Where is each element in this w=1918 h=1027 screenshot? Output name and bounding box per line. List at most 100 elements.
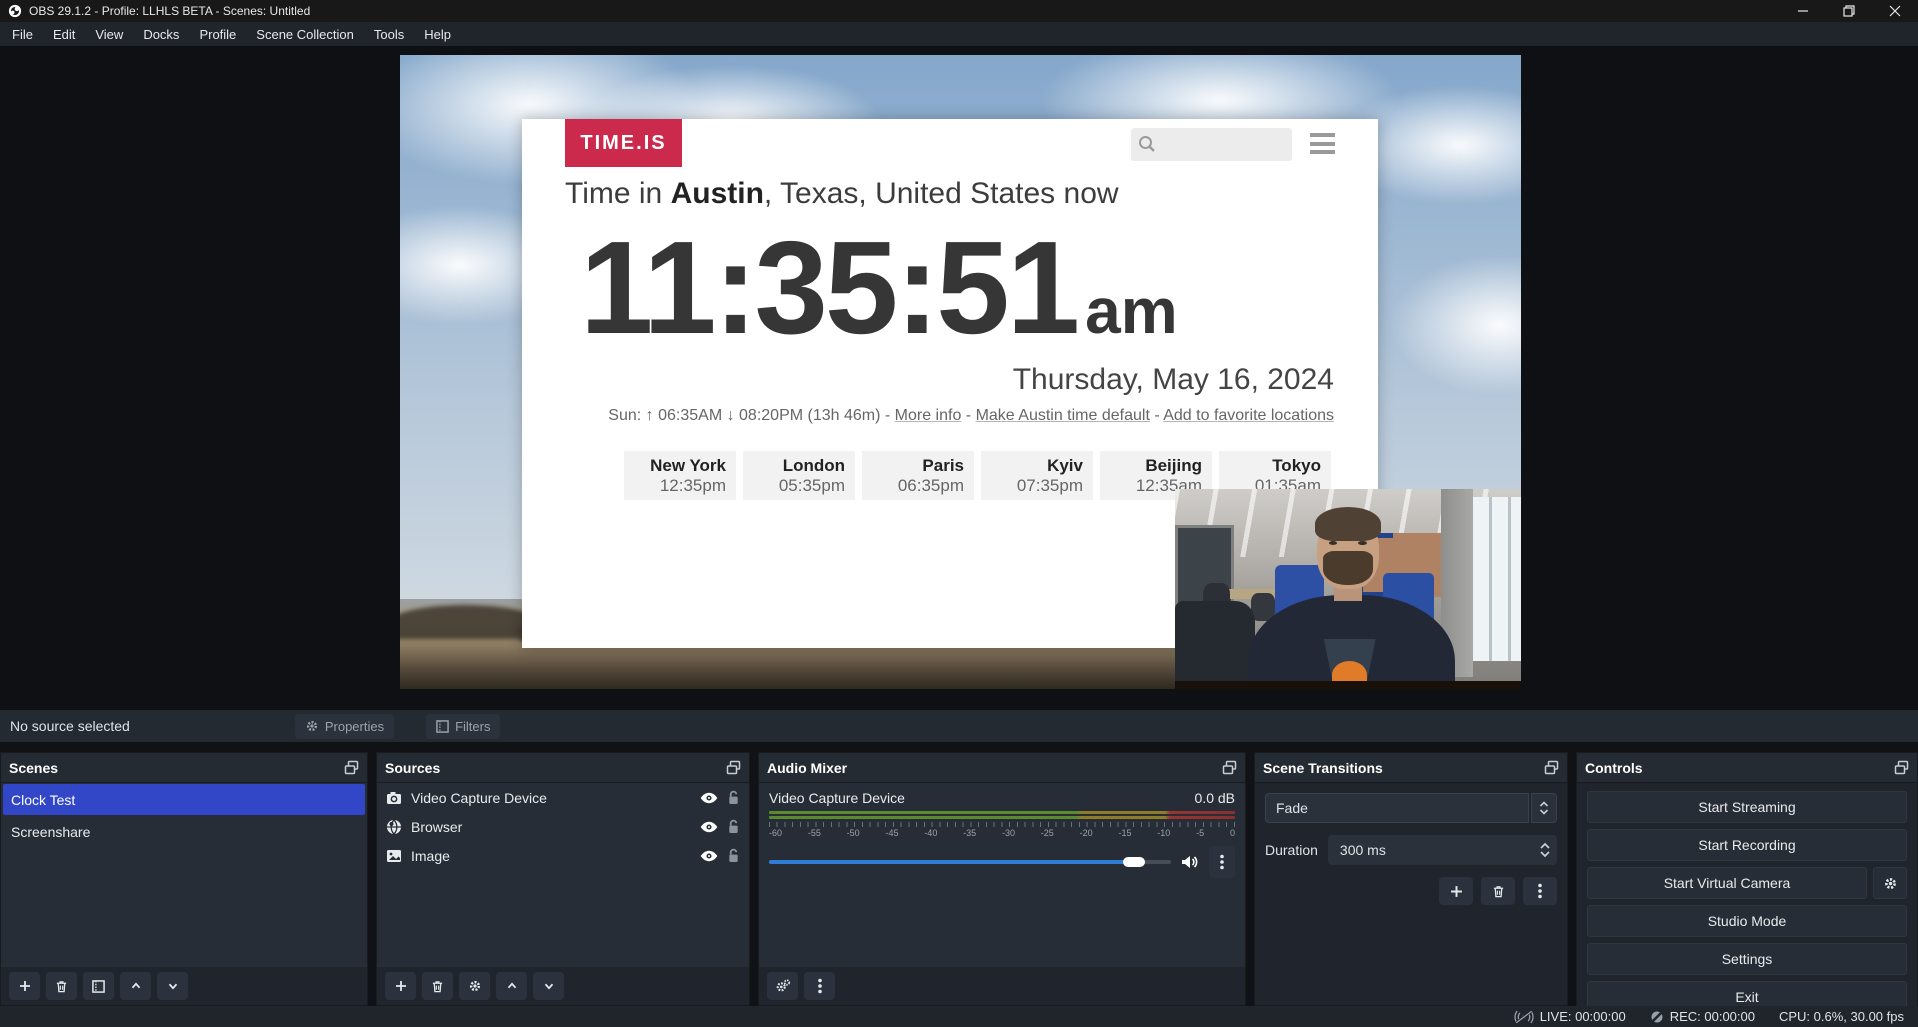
timeis-heading: Time in Austin, Texas, United States now <box>565 177 1119 211</box>
transition-select[interactable]: Fade <box>1265 793 1557 823</box>
popout-icon[interactable] <box>1222 760 1237 775</box>
timeis-logo[interactable]: TIME.IS <box>565 119 682 167</box>
restore-button[interactable] <box>1826 0 1872 22</box>
scene-filters-button[interactable] <box>83 972 114 1000</box>
cpu-fps-status: CPU: 0.6%, 30.00 fps <box>1779 1009 1904 1024</box>
make-default-link[interactable]: Make Austin time default <box>976 407 1150 424</box>
hamburger-menu-icon[interactable] <box>1310 133 1335 154</box>
window-title: OBS 29.1.2 - Profile: LLHLS BETA - Scene… <box>29 4 310 18</box>
source-item-browser[interactable]: Browser <box>377 812 749 841</box>
add-scene-button[interactable] <box>9 972 40 1000</box>
source-item-video-capture[interactable]: Video Capture Device <box>377 783 749 812</box>
source-item-image[interactable]: Image <box>377 841 749 870</box>
remove-source-button[interactable] <box>422 972 453 1000</box>
clock-ampm: am <box>1085 275 1178 347</box>
transitions-title: Scene Transitions <box>1263 760 1383 776</box>
transition-value: Fade <box>1265 793 1529 823</box>
no-source-status: No source selected <box>10 718 130 734</box>
image-icon <box>386 848 402 864</box>
properties-button[interactable]: Properties <box>295 714 394 739</box>
unlock-icon[interactable] <box>727 819 740 834</box>
duration-spin-arrows[interactable] <box>1539 842 1551 858</box>
menu-edit[interactable]: Edit <box>43 22 85 46</box>
city-box[interactable]: Kyiv07:35pm <box>981 451 1093 500</box>
advanced-audio-button[interactable] <box>767 972 798 1000</box>
duration-spinbox[interactable]: 300 ms <box>1328 835 1557 865</box>
favorite-locations-link[interactable]: Add to favorite locations <box>1163 407 1334 424</box>
source-move-up-button[interactable] <box>496 972 527 1000</box>
dock-panels: Scenes Clock Test Screenshare Sources <box>0 752 1918 1006</box>
transition-menu-button[interactable] <box>1523 877 1557 905</box>
popout-icon[interactable] <box>726 760 741 775</box>
eye-icon[interactable] <box>700 791 718 805</box>
volume-slider-handle[interactable] <box>1123 857 1145 867</box>
studio-mode-button[interactable]: Studio Mode <box>1587 905 1907 937</box>
start-recording-button[interactable]: Start Recording <box>1587 829 1907 861</box>
menu-docks[interactable]: Docks <box>133 22 189 46</box>
unlock-icon[interactable] <box>727 848 740 863</box>
obs-logo-icon <box>8 4 22 18</box>
duration-value: 300 ms <box>1340 842 1386 858</box>
obs-window: OBS 29.1.2 - Profile: LLHLS BETA - Scene… <box>0 0 1918 1027</box>
scenes-panel: Scenes Clock Test Screenshare <box>0 752 368 1006</box>
start-streaming-button[interactable]: Start Streaming <box>1587 791 1907 823</box>
source-properties-button[interactable] <box>459 972 490 1000</box>
scene-item-clock-test[interactable]: Clock Test <box>3 784 365 815</box>
gear-icon <box>305 719 319 733</box>
scene-move-down-button[interactable] <box>157 972 188 1000</box>
scene-item-screenshare[interactable]: Screenshare <box>3 816 365 847</box>
popout-icon[interactable] <box>1544 760 1559 775</box>
unlock-icon[interactable] <box>727 790 740 805</box>
source-toolbar: No source selected Properties Filters <box>0 710 1918 742</box>
scenes-title: Scenes <box>9 760 58 776</box>
volume-meter <box>769 811 1235 814</box>
minimize-button[interactable] <box>1780 0 1826 22</box>
remove-scene-button[interactable] <box>46 972 77 1000</box>
audio-mixer-title: Audio Mixer <box>767 760 847 776</box>
filters-button[interactable]: Filters <box>426 714 500 739</box>
scene-transitions-panel: Scene Transitions Fade Duration <box>1254 752 1568 1006</box>
date-display: Thursday, May 16, 2024 <box>1013 363 1334 397</box>
transition-select-arrows[interactable] <box>1531 793 1557 823</box>
menu-scene-collection[interactable]: Scene Collection <box>246 22 364 46</box>
title-bar: OBS 29.1.2 - Profile: LLHLS BETA - Scene… <box>0 0 1918 22</box>
menu-tools[interactable]: Tools <box>364 22 414 46</box>
controls-panel: Controls Start Streaming Start Recording… <box>1576 752 1918 1006</box>
menu-help[interactable]: Help <box>414 22 461 46</box>
popout-icon[interactable] <box>344 760 359 775</box>
mixer-channel-menu-button[interactable] <box>1209 846 1235 878</box>
record-inactive-icon <box>1650 1010 1664 1024</box>
settings-button[interactable]: Settings <box>1587 943 1907 975</box>
virtual-camera-config-button[interactable] <box>1873 867 1907 899</box>
timeis-city: Austin <box>671 177 764 210</box>
close-button[interactable] <box>1872 0 1918 22</box>
eye-icon[interactable] <box>700 849 718 863</box>
city-box[interactable]: London05:35pm <box>743 451 855 500</box>
mixer-channel-name: Video Capture Device <box>769 790 905 806</box>
menu-view[interactable]: View <box>85 22 133 46</box>
controls-title: Controls <box>1585 760 1643 776</box>
eye-icon[interactable] <box>700 820 718 834</box>
volume-meter <box>769 816 1235 819</box>
scene-move-up-button[interactable] <box>120 972 151 1000</box>
city-box[interactable]: New York12:35pm <box>624 451 736 500</box>
source-move-down-button[interactable] <box>533 972 564 1000</box>
camera-icon <box>386 790 402 806</box>
volume-slider[interactable] <box>769 860 1171 864</box>
remove-transition-button[interactable] <box>1481 877 1515 905</box>
mixer-menu-button[interactable] <box>804 972 835 1000</box>
speaker-icon[interactable] <box>1181 854 1199 870</box>
more-info-link[interactable]: More info <box>895 407 962 424</box>
start-virtual-camera-button[interactable]: Start Virtual Camera <box>1587 867 1867 899</box>
add-transition-button[interactable] <box>1439 877 1473 905</box>
clock-display: 11:35:51am <box>580 215 1178 360</box>
menu-file[interactable]: File <box>0 22 43 46</box>
preview-canvas[interactable]: TIME.IS Time in Austin, Texas, United St… <box>400 55 1521 689</box>
add-source-button[interactable] <box>385 972 416 1000</box>
menu-profile[interactable]: Profile <box>189 22 246 46</box>
webcam-video-source[interactable] <box>1175 489 1521 689</box>
stream-inactive-icon <box>1514 1010 1534 1024</box>
live-status: LIVE: 00:00:00 <box>1514 1009 1626 1024</box>
city-box[interactable]: Paris06:35pm <box>862 451 974 500</box>
popout-icon[interactable] <box>1894 760 1909 775</box>
